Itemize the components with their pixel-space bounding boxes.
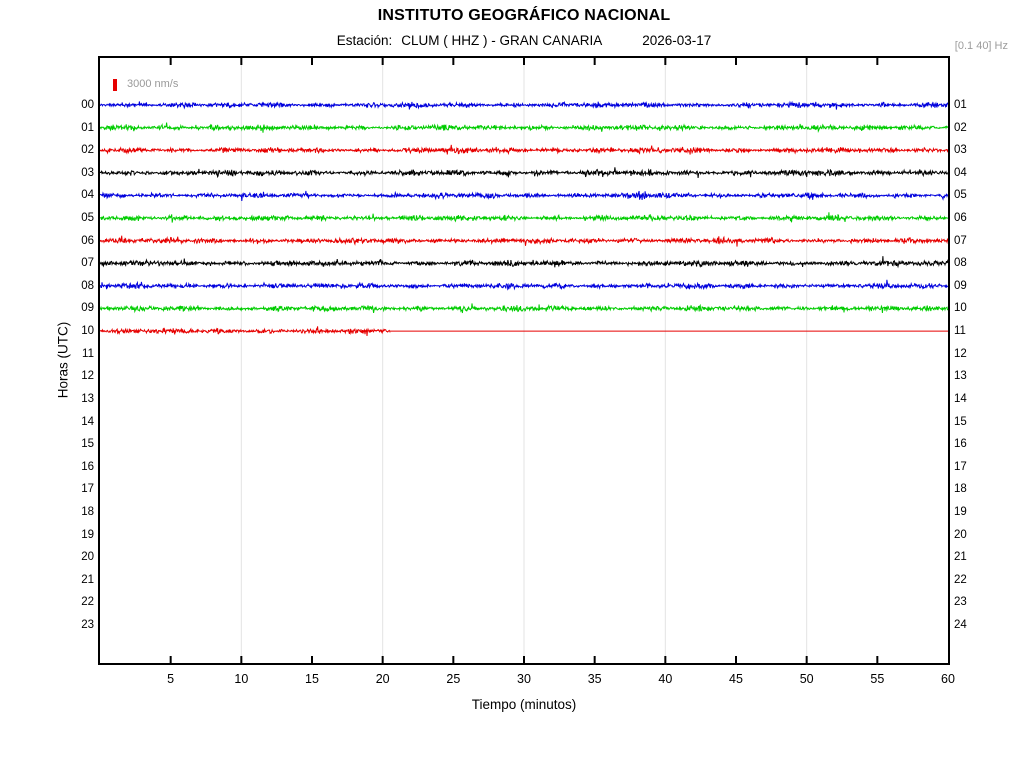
station-line: Estación: CLUM ( HHZ ) - GRAN CANARIA 2026… <box>100 33 948 48</box>
hour-label-right: 02 <box>954 121 967 134</box>
hour-label-left: 21 <box>81 573 94 586</box>
x-tick-label: 30 <box>517 672 531 686</box>
x-tick-label: 20 <box>375 672 390 686</box>
x-tick-label: 25 <box>446 672 461 686</box>
hour-label-right: 15 <box>954 415 967 428</box>
helicorder-page: INSTITUTO GEOGRÁFICO NACIONAL Estación: C… <box>0 0 1024 768</box>
hour-label-left: 22 <box>81 596 94 609</box>
hour-label-right: 06 <box>954 212 967 225</box>
hour-label-left: 02 <box>81 144 94 157</box>
hour-label-right: 18 <box>954 483 967 496</box>
hour-label-right: 19 <box>954 505 967 518</box>
hour-label-left: 17 <box>81 483 94 496</box>
hour-label-left: 23 <box>81 619 94 632</box>
hour-label-right: 05 <box>954 189 967 202</box>
hour-label-left: 03 <box>81 166 94 179</box>
hour-label-left: 14 <box>81 415 94 428</box>
x-tick-label: 15 <box>305 672 319 686</box>
hour-label-right: 03 <box>954 144 967 157</box>
station-label: Estación: <box>336 33 393 48</box>
hour-label-left: 00 <box>81 99 94 111</box>
hour-label-right: 22 <box>954 573 967 586</box>
hour-label-left: 15 <box>81 438 94 451</box>
hour-label-right: 04 <box>954 166 967 179</box>
plot-date: 2026-03-17 <box>642 33 712 48</box>
hour-label-left: 05 <box>81 212 94 225</box>
hour-label-left: 19 <box>81 528 94 541</box>
hour-label-left: 18 <box>81 505 94 518</box>
hour-label-left: 04 <box>81 189 94 202</box>
x-axis-label: Tiempo (minutos) <box>471 697 577 712</box>
hour-label-right: 17 <box>954 460 967 473</box>
x-tick-label: 10 <box>234 672 249 686</box>
hour-label-left: 10 <box>81 325 94 338</box>
helicorder-plot <box>98 56 950 665</box>
hour-label-left: 07 <box>81 257 94 270</box>
hour-label-left: 08 <box>81 279 94 292</box>
x-tick-label: 40 <box>658 672 673 686</box>
hour-label-right: 07 <box>954 234 967 247</box>
hour-label-right: 23 <box>954 596 967 609</box>
hour-label-right: 14 <box>954 392 967 405</box>
x-tick-label: 5 <box>167 672 175 686</box>
hour-label-left: 13 <box>81 392 94 405</box>
station-name: CLUM ( HHZ ) - GRAN CANARIA <box>401 33 603 48</box>
hour-label-left: 16 <box>81 460 94 473</box>
hour-label-right: 12 <box>954 347 967 360</box>
hour-label-left: 20 <box>81 551 94 564</box>
x-tick-label: 55 <box>870 672 885 686</box>
x-tick-label: 35 <box>587 672 602 686</box>
x-tick-label: 60 <box>941 672 955 686</box>
hour-label-right: 11 <box>954 325 966 338</box>
hour-label-right: 20 <box>954 528 967 541</box>
hour-label-right: 13 <box>954 370 967 383</box>
hour-label-left: 12 <box>81 370 94 383</box>
hour-label-left: 11 <box>82 347 94 360</box>
x-tick-label: 45 <box>729 672 743 686</box>
page-title: INSTITUTO GEOGRÁFICO NACIONAL <box>377 7 671 24</box>
hour-label-left: 01 <box>81 121 94 134</box>
hour-label-right: 24 <box>954 619 967 632</box>
hour-label-right: 09 <box>954 279 967 292</box>
hour-label-right: 21 <box>954 551 967 564</box>
hour-label-right: 08 <box>954 257 967 270</box>
hour-label-right: 16 <box>954 438 967 451</box>
hour-label-left: 06 <box>81 234 94 247</box>
hour-label-right: 01 <box>954 99 967 111</box>
seismogram-traces <box>100 58 948 663</box>
hour-label-left: 09 <box>81 302 94 315</box>
hour-label-right: 10 <box>954 302 967 315</box>
filter-band-label: [0.1 40] Hz <box>954 40 1008 52</box>
x-tick-label: 50 <box>799 672 814 686</box>
